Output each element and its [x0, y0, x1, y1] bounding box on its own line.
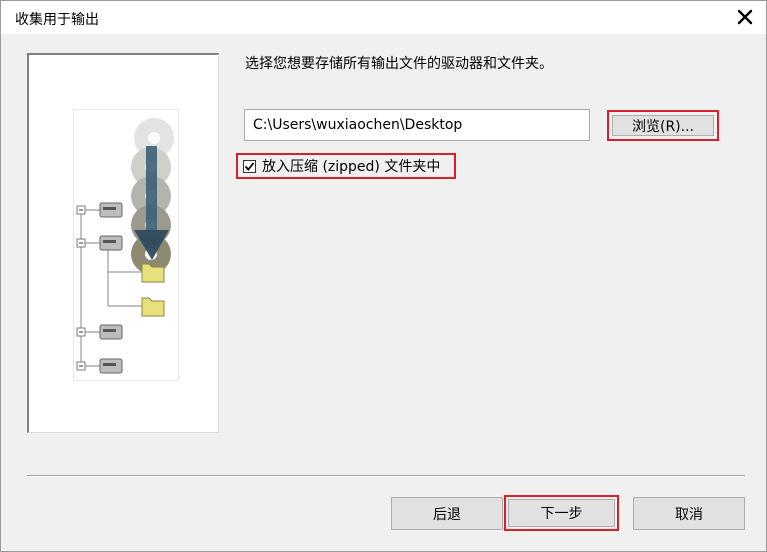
illustration-inner — [73, 109, 179, 381]
collect-for-output-dialog: 收集用于输出 选择您想要存储所有输出文件的驱动器和文件夹。 C:\Users\w… — [0, 0, 767, 552]
next-button[interactable]: 下一步 — [504, 495, 619, 531]
illustration-panel — [27, 53, 219, 433]
title-bar: 收集用于输出 — [1, 1, 766, 34]
checkmark-icon — [244, 161, 255, 171]
zip-checkbox[interactable] — [243, 159, 256, 173]
output-tree-illustration — [76, 118, 174, 374]
browse-button-label: 浏览(R)... — [612, 115, 714, 136]
output-path-input[interactable]: C:\Users\wuxiaochen\Desktop — [244, 109, 590, 141]
zip-option-label: 放入压缩 (zipped) 文件夹中 — [262, 159, 441, 175]
close-icon — [737, 9, 753, 25]
folder-icon — [141, 263, 165, 317]
back-button[interactable]: 后退 — [391, 497, 503, 530]
window-title: 收集用于输出 — [15, 12, 99, 28]
drive-icon — [99, 202, 123, 374]
instruction-text: 选择您想要存储所有输出文件的驱动器和文件夹。 — [245, 56, 553, 72]
footer-separator — [27, 475, 745, 477]
zip-option[interactable]: 放入压缩 (zipped) 文件夹中 — [236, 153, 456, 179]
cancel-button[interactable]: 取消 — [633, 497, 745, 530]
close-button[interactable] — [732, 4, 758, 30]
browse-button[interactable]: 浏览(R)... — [607, 110, 719, 141]
next-button-label: 下一步 — [508, 499, 615, 527]
